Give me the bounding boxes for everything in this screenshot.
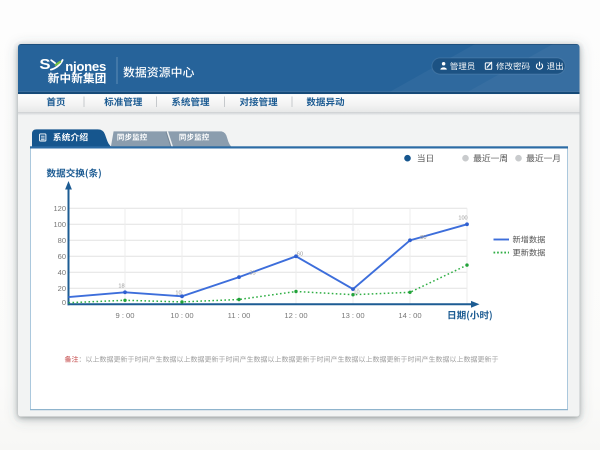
svg-text:12 : 00: 12 : 00 bbox=[284, 311, 307, 320]
svg-text:120: 120 bbox=[53, 204, 66, 213]
svg-text:10 : 00: 10 : 00 bbox=[170, 311, 193, 320]
svg-text:60: 60 bbox=[297, 252, 303, 258]
svg-text:80: 80 bbox=[420, 235, 426, 241]
svg-text:11 : 00: 11 : 00 bbox=[228, 311, 251, 320]
svg-text:40: 40 bbox=[58, 268, 66, 277]
svg-text:14 : 00: 14 : 00 bbox=[398, 311, 421, 320]
svg-text:18: 18 bbox=[118, 283, 124, 289]
svg-text:0: 0 bbox=[62, 298, 66, 307]
svg-text:100: 100 bbox=[458, 215, 467, 221]
svg-text:20: 20 bbox=[58, 284, 66, 293]
svg-text:9 : 00: 9 : 00 bbox=[116, 311, 135, 320]
svg-text:35: 35 bbox=[249, 271, 255, 277]
svg-text:10: 10 bbox=[175, 290, 181, 296]
svg-text:10: 10 bbox=[353, 290, 359, 296]
svg-text:13 : 00: 13 : 00 bbox=[341, 311, 364, 320]
svg-text:S: S bbox=[39, 57, 51, 73]
svg-text:100: 100 bbox=[53, 220, 66, 229]
svg-text:60: 60 bbox=[58, 252, 66, 261]
svg-text:njones: njones bbox=[65, 59, 106, 74]
svg-text:80: 80 bbox=[58, 236, 66, 245]
